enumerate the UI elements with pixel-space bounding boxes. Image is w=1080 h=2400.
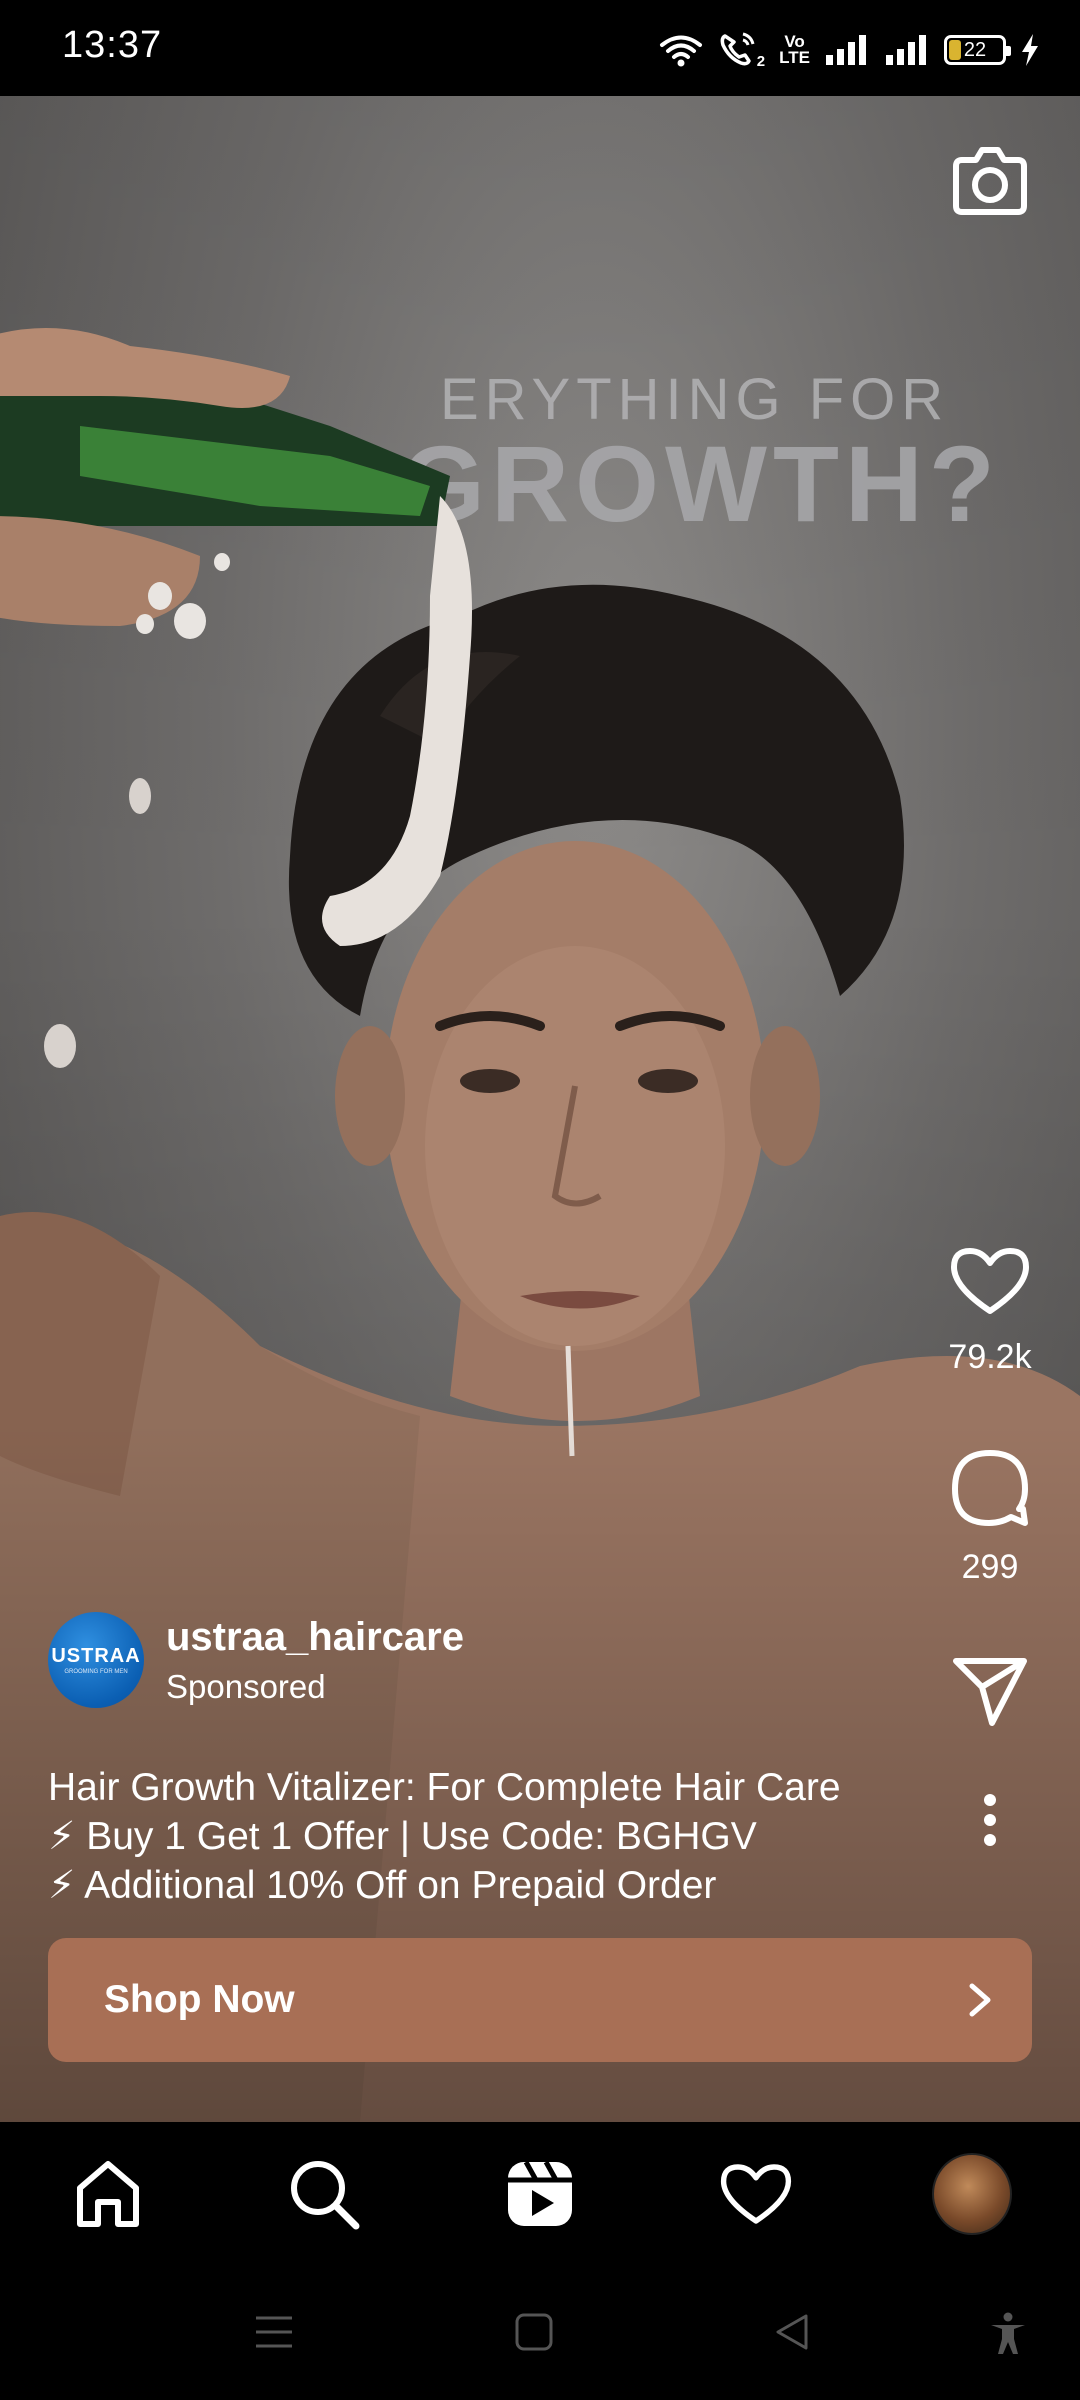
avatar-logo-subtext: GROOMING FOR MEN bbox=[64, 1669, 128, 1675]
camera-icon bbox=[953, 147, 1027, 215]
charging-icon bbox=[1022, 34, 1038, 66]
nav-search[interactable] bbox=[284, 2154, 364, 2234]
accessibility-icon bbox=[991, 2312, 1025, 2354]
more-options-button[interactable] bbox=[935, 1792, 1045, 1853]
like-button[interactable]: 79.2k bbox=[935, 1245, 1045, 1377]
square-icon bbox=[515, 2313, 553, 2351]
shop-now-button[interactable]: Shop Now bbox=[48, 1938, 1032, 2062]
system-home-button[interactable] bbox=[514, 2312, 554, 2357]
search-icon bbox=[291, 2161, 360, 2230]
accessibility-button[interactable] bbox=[988, 2312, 1028, 2361]
nav-home[interactable] bbox=[68, 2154, 148, 2234]
share-button[interactable] bbox=[935, 1655, 1045, 1732]
back-triangle-icon bbox=[776, 2314, 808, 2350]
caption-line: Hair Growth Vitalizer: For Complete Hair… bbox=[48, 1766, 841, 1809]
menu-lines-icon bbox=[256, 2316, 292, 2348]
battery-icon: 22 bbox=[944, 35, 1011, 65]
bottom-navigation bbox=[0, 2122, 1080, 2272]
camera-button[interactable] bbox=[950, 142, 1030, 218]
nav-profile[interactable] bbox=[932, 2153, 1012, 2235]
home-icon bbox=[77, 2161, 139, 2227]
nav-activity[interactable] bbox=[716, 2154, 796, 2234]
like-count: 79.2k bbox=[948, 1338, 1032, 1376]
wifi-call-badge: 2 bbox=[756, 53, 766, 70]
comment-bubble-icon bbox=[952, 1450, 1028, 1526]
battery-cap bbox=[1006, 46, 1011, 56]
system-navigation-bar bbox=[0, 2272, 1080, 2400]
reels-icon bbox=[508, 2160, 572, 2226]
vertical-dots-icon bbox=[984, 1794, 996, 1846]
shop-now-label: Shop Now bbox=[104, 1978, 295, 2021]
wifi-icon bbox=[660, 35, 703, 67]
author-avatar[interactable]: USTRAA GROOMING FOR MEN bbox=[48, 1612, 144, 1708]
comment-button[interactable]: 299 bbox=[935, 1447, 1045, 1587]
nav-reels[interactable] bbox=[500, 2154, 580, 2234]
volte-indicator: Vo LTE bbox=[779, 33, 810, 67]
caption-line: ⚡ Buy 1 Get 1 Offer | Use Code: BGHGV bbox=[48, 1815, 757, 1858]
post-author[interactable]: USTRAA GROOMING FOR MEN ustraa_haircare … bbox=[48, 1612, 464, 1708]
volte-bottom: LTE bbox=[779, 48, 810, 67]
system-back-button[interactable] bbox=[772, 2312, 812, 2357]
caption-line: ⚡ Additional 10% Off on Prepaid Order bbox=[48, 1864, 717, 1907]
battery-level: 22 bbox=[963, 39, 987, 61]
signal-icon-sim1 bbox=[826, 35, 866, 65]
system-menu-button[interactable] bbox=[254, 2312, 294, 2357]
sponsored-label: Sponsored bbox=[166, 1667, 326, 1705]
heart-outline-icon bbox=[720, 2164, 792, 2224]
status-bar: 13:37 2 Vo LTE 22 bbox=[0, 0, 1080, 96]
comment-count: 299 bbox=[961, 1548, 1019, 1586]
status-time: 13:37 bbox=[62, 24, 163, 66]
profile-avatar bbox=[932, 2153, 1012, 2235]
chevron-right-icon bbox=[969, 1983, 991, 2017]
username[interactable]: ustraa_haircare bbox=[166, 1615, 464, 1660]
paper-plane-icon bbox=[953, 1658, 1027, 1726]
heart-outline-icon bbox=[951, 1248, 1029, 1314]
status-icons: 2 Vo LTE 22 bbox=[659, 28, 1040, 72]
avatar-logo-text: USTRAA bbox=[51, 1645, 141, 1667]
wifi-calling-icon: 2 bbox=[717, 30, 765, 70]
author-text: ustraa_haircare Sponsored bbox=[166, 1615, 464, 1706]
signal-icon-sim2 bbox=[886, 35, 926, 65]
post-caption[interactable]: Hair Growth Vitalizer: For Complete Hair… bbox=[48, 1763, 841, 1910]
